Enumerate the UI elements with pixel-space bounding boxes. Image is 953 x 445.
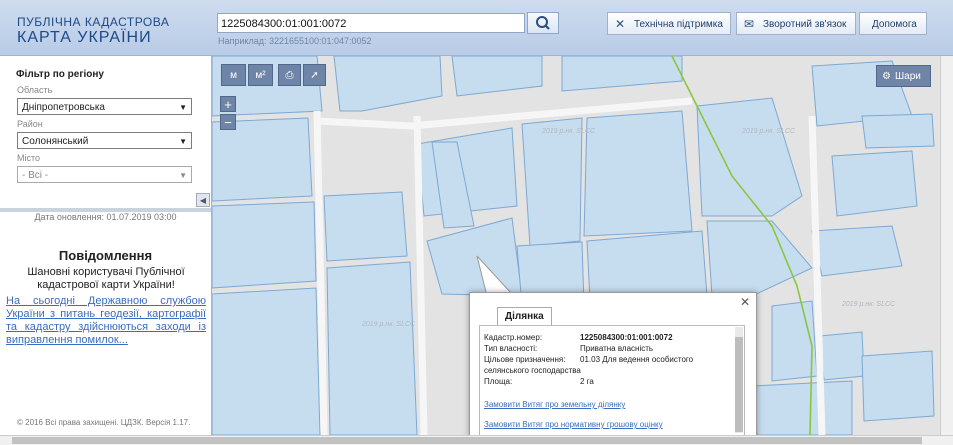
- horizontal-scrollbar[interactable]: [0, 435, 953, 445]
- rayon-label: Район: [17, 119, 43, 129]
- purpose-row: Цільове призначення: 01.03 Для ведення ос…: [484, 355, 693, 364]
- ownership-row: Тип власності: Приватна власність: [484, 344, 653, 353]
- feedback-label: Зворотний зв'язок: [763, 19, 847, 30]
- envelope-icon: ✉: [744, 17, 755, 31]
- search-hint: Наприклад: 3221655100:01:047:0052: [218, 36, 372, 46]
- feedback-button[interactable]: ✉ Зворотний зв'язок: [736, 12, 856, 35]
- collapse-sidebar-button[interactable]: ◀: [196, 193, 210, 207]
- map-watermark: 2019 р.нк. SLCC: [741, 128, 796, 135]
- measure-area-button[interactable]: м²: [248, 64, 273, 86]
- area-value: 2 га: [580, 377, 594, 386]
- land-parcel: [861, 113, 935, 149]
- land-parcel: [451, 56, 543, 97]
- cadastr-value: 1225084300:01:001:0072: [580, 333, 673, 342]
- land-parcel: [586, 230, 708, 302]
- land-parcel: [861, 350, 935, 422]
- vertical-scrollbar[interactable]: [940, 56, 953, 435]
- ownership-value: Приватна власність: [580, 344, 654, 353]
- identify-button[interactable]: ➚: [303, 64, 326, 86]
- region-filter: Фільтр по регіону Область Дніпропетровсь…: [0, 56, 211, 208]
- update-date: Дата оновлення: 01.07.2019 03:00: [34, 212, 177, 222]
- help-label: Допомога: [872, 19, 917, 30]
- support-button[interactable]: ✕ Технічна підтримка: [607, 12, 731, 35]
- misto-label: Місто: [17, 153, 41, 163]
- misto-value: - Всі -: [22, 170, 49, 181]
- land-parcel: [212, 287, 321, 435]
- zoom-in-button[interactable]: +: [220, 96, 236, 112]
- land-parcel: [521, 117, 583, 247]
- purpose-value: 01.03 Для ведення особистого: [580, 355, 694, 364]
- land-parcel: [326, 261, 418, 435]
- order-extract-link[interactable]: Замовити Витяг про земельну ділянку: [484, 400, 625, 409]
- gear-icon: ⚙: [882, 71, 891, 82]
- misto-select[interactable]: - Всі - ▼: [17, 166, 192, 183]
- notice-text: Шановні користувачі Публічної кадастрово…: [27, 266, 185, 291]
- chevron-down-icon: ▼: [179, 103, 187, 112]
- horizontal-scrollbar-thumb[interactable]: [12, 437, 922, 444]
- purpose-row-cont: селянського господарства: [484, 366, 581, 375]
- ownership-label: Тип власності:: [484, 344, 538, 353]
- oblast-label: Область: [17, 85, 53, 95]
- logo-line2: КАРТА УКРАЇНИ: [17, 29, 152, 46]
- printer-icon: ⎙: [285, 70, 294, 81]
- layers-button[interactable]: ⚙ Шари: [876, 65, 931, 87]
- tools-icon: ✕: [615, 17, 626, 31]
- map-watermark: 2019 р.нк. SLCC: [361, 321, 416, 328]
- zoom-out-button[interactable]: −: [220, 114, 236, 130]
- land-parcel: [333, 56, 443, 112]
- footer-copyright: © 2016 Всі права захищені. ЦДЗК. Версія …: [17, 418, 191, 427]
- print-button[interactable]: ⎙: [278, 64, 301, 86]
- area-row: Площа: 2 га: [484, 377, 594, 386]
- map-watermark: 2019 р.нк. SLCC: [841, 301, 896, 308]
- help-button[interactable]: Допомога: [859, 12, 927, 35]
- land-parcel: [751, 380, 853, 435]
- logo-line1: ПУБЛІЧНА КАДАСТРОВА: [17, 15, 170, 29]
- cadastr-label: Кадастр.номер:: [484, 333, 543, 342]
- land-parcel: [811, 225, 903, 277]
- rayon-select[interactable]: Солонянський ▼: [17, 132, 192, 149]
- land-parcel: [819, 331, 865, 381]
- close-icon[interactable]: ✕: [740, 295, 750, 309]
- search-button[interactable]: [527, 12, 559, 34]
- parcel-popup: ✕ Ділянка Кадастр.номер: 1225084300:01:00…: [469, 292, 757, 435]
- purpose-value-cont: селянського господарства: [484, 366, 581, 375]
- support-label: Технічна підтримка: [634, 19, 723, 30]
- land-parcel: [831, 150, 918, 217]
- land-parcel: [583, 110, 693, 237]
- parcel-info: Кадастр.номер: 1225084300:01:001:0072 Тип…: [479, 325, 745, 435]
- oblast-value: Дніпропетровська: [22, 102, 105, 113]
- chevron-down-icon: ▼: [179, 171, 187, 180]
- notice-link[interactable]: На сьогодні Державною службою України з …: [6, 295, 206, 347]
- map-watermark: 2019 р.нк. SLCC: [541, 128, 596, 135]
- land-parcel: [323, 191, 408, 262]
- land-parcel: [212, 117, 313, 202]
- measure-length-button[interactable]: м: [221, 64, 246, 86]
- land-parcel: [561, 56, 683, 92]
- popup-scrollbar-thumb[interactable]: [735, 337, 743, 432]
- cadastr-row: Кадастр.номер: 1225084300:01:001:0072: [484, 333, 673, 342]
- order-valuation-link[interactable]: Замовити Витяг про нормативну грошову оц…: [484, 420, 663, 429]
- cursor-question-icon: ➚: [310, 70, 319, 81]
- oblast-select[interactable]: Дніпропетровська ▼: [17, 98, 192, 115]
- rayon-value: Солонянський: [22, 136, 89, 147]
- land-parcel: [212, 201, 317, 289]
- search-input[interactable]: 1225084300:01:001:0072: [217, 13, 525, 33]
- purpose-label: Цільове призначення:: [484, 355, 566, 364]
- search-icon: [536, 16, 550, 30]
- chevron-down-icon: ▼: [179, 137, 187, 146]
- notice-title: Повідомлення: [58, 248, 153, 263]
- map-canvas[interactable]: 2019 р.нк. SLCC 2019 р.нк. SLCC 2019 р.н…: [212, 56, 940, 435]
- filter-title: Фільтр по регіону: [16, 69, 104, 80]
- sidebar: Фільтр по регіону Область Дніпропетровсь…: [0, 56, 212, 445]
- layers-label: Шари: [895, 71, 921, 82]
- header: ПУБЛІЧНА КАДАСТРОВА КАРТА УКРАЇНИ 122508…: [0, 0, 953, 56]
- land-parcel: [426, 217, 523, 297]
- area-label: Площа:: [484, 377, 513, 386]
- tab-parcel[interactable]: Ділянка: [497, 307, 552, 326]
